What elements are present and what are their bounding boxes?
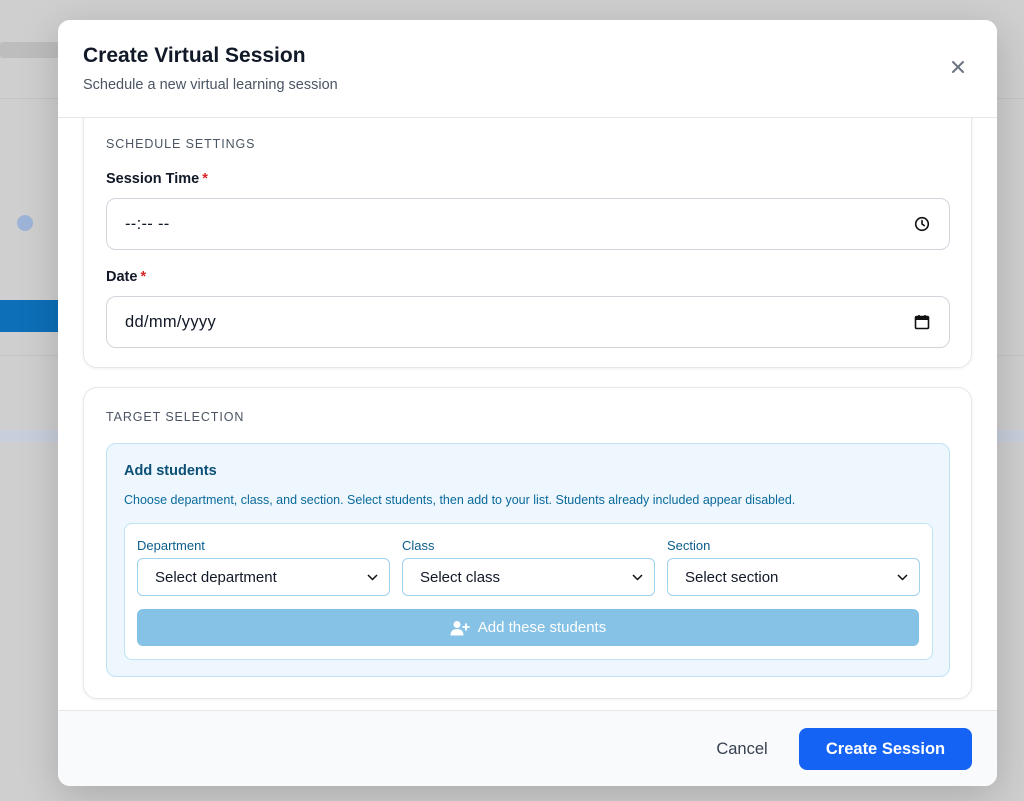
chevron-down-icon bbox=[897, 571, 909, 583]
add-students-button[interactable]: Add these students bbox=[137, 609, 919, 646]
session-time-label: Session Time * bbox=[106, 171, 208, 187]
section-label: Section bbox=[667, 538, 711, 553]
add-students-panel: Add students Choose department, class, a… bbox=[106, 443, 950, 677]
target-selection-card: TARGET SELECTION Add students Choose dep… bbox=[83, 387, 972, 699]
calendar-icon[interactable] bbox=[913, 313, 931, 331]
date-label: Date * bbox=[106, 269, 146, 285]
required-mark: * bbox=[202, 171, 208, 187]
session-time-input[interactable]: --:-- -- bbox=[106, 198, 950, 250]
date-value: dd/mm/yyyy bbox=[125, 312, 217, 331]
required-mark: * bbox=[140, 269, 147, 285]
date-input[interactable]: dd/mm/yyyy bbox=[106, 296, 950, 348]
chevron-down-icon bbox=[367, 571, 379, 583]
department-value: Select department bbox=[155, 568, 277, 586]
create-session-button[interactable]: Create Session bbox=[799, 728, 972, 770]
modal-title: Create Virtual Session bbox=[83, 44, 306, 67]
session-time-label-text: Session Time bbox=[106, 171, 200, 187]
chevron-down-icon bbox=[632, 571, 644, 583]
background-icon bbox=[17, 215, 33, 231]
cancel-button[interactable]: Cancel bbox=[700, 730, 784, 768]
section-select[interactable]: Select section bbox=[667, 558, 920, 596]
student-filter-box: Department Select department Class Selec… bbox=[124, 523, 933, 660]
modal-header: Create Virtual Session Schedule a new vi… bbox=[58, 20, 997, 118]
class-label: Class bbox=[402, 538, 435, 553]
create-session-modal: Create Virtual Session Schedule a new vi… bbox=[58, 20, 997, 786]
schedule-settings-heading: SCHEDULE SETTINGS bbox=[106, 137, 256, 151]
add-students-button-label: Add these students bbox=[477, 619, 607, 636]
user-plus-icon bbox=[450, 620, 470, 635]
add-students-title: Add students bbox=[124, 463, 217, 479]
target-selection-heading: TARGET SELECTION bbox=[106, 410, 245, 424]
add-students-description: Choose department, class, and section. S… bbox=[124, 493, 796, 507]
department-select[interactable]: Select department bbox=[137, 558, 390, 596]
department-label: Department bbox=[137, 538, 205, 553]
clock-icon[interactable] bbox=[913, 215, 931, 233]
close-icon bbox=[952, 61, 964, 73]
section-value: Select section bbox=[685, 568, 779, 586]
modal-body[interactable]: SCHEDULE SETTINGS Session Time * --:-- --… bbox=[58, 118, 997, 710]
modal-footer: Cancel Create Session bbox=[58, 710, 997, 786]
date-label-text: Date bbox=[106, 269, 138, 285]
class-select[interactable]: Select class bbox=[402, 558, 655, 596]
close-button[interactable] bbox=[945, 54, 971, 80]
schedule-settings-card: SCHEDULE SETTINGS Session Time * --:-- --… bbox=[83, 118, 972, 368]
class-value: Select class bbox=[420, 568, 501, 586]
modal-subtitle: Schedule a new virtual learning session bbox=[83, 77, 338, 93]
session-time-value: --:-- -- bbox=[125, 214, 170, 233]
background-text bbox=[0, 42, 60, 58]
